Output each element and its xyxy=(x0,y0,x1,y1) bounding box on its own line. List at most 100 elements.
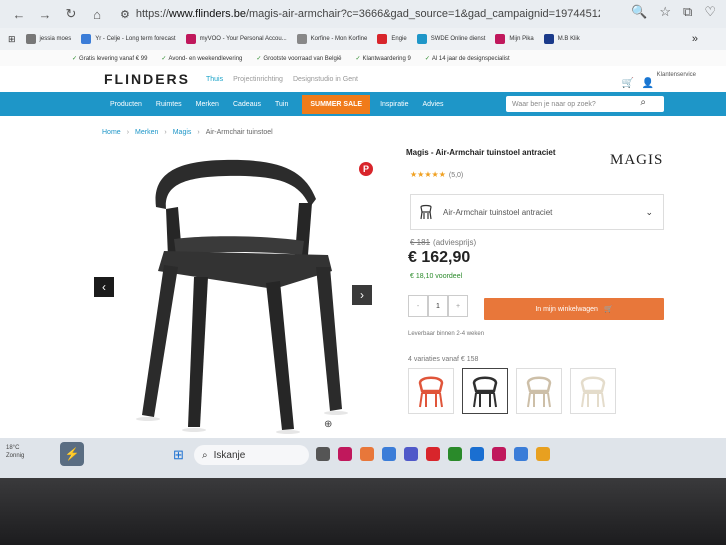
breadcrumb-merken[interactable]: Merken xyxy=(135,129,158,136)
taskbar-app-icon[interactable] xyxy=(514,447,528,461)
search-icon: ⌕ xyxy=(202,449,208,461)
header-link-studio[interactable]: Designstudio in Gent xyxy=(293,76,358,83)
address-bar[interactable]: ⚙ https://www.flinders.be/magis-air-armc… xyxy=(120,4,600,24)
taskbar-app-icon[interactable] xyxy=(316,447,330,461)
nav-item-inspiratie[interactable]: Inspiratie xyxy=(380,101,408,108)
bookmark[interactable]: M.B Klik xyxy=(543,34,580,44)
check-icon: ✓ xyxy=(355,55,361,62)
bookmark[interactable]: Engie xyxy=(377,34,407,44)
cart-icon: 🛒 xyxy=(603,306,613,313)
product-info: Magis - Air-Armchair tuinstoel antraciet… xyxy=(406,148,666,414)
nav-item-ruimtes[interactable]: Ruimtes xyxy=(156,101,182,108)
bookmark[interactable]: Mijn Pika xyxy=(495,34,534,44)
bookmark[interactable]: Yr - Celje - Long term forecast xyxy=(81,34,176,44)
url-prefix: https:// xyxy=(135,8,169,20)
site-settings-icon[interactable]: ⚙ xyxy=(120,8,130,21)
bookmark-label: Mijn Pika xyxy=(509,36,534,42)
taskbar-app-icon[interactable] xyxy=(338,447,352,461)
qty-plus-button[interactable]: + xyxy=(448,295,468,317)
usp-text: Gratis levering vanaf € 99 xyxy=(79,55,148,62)
brand-logo[interactable]: MAGIS xyxy=(610,152,663,169)
nav-item-producten[interactable]: Producten xyxy=(110,101,142,108)
weather-temp: 18°C xyxy=(6,445,20,451)
extensions-icon[interactable]: ⧉ xyxy=(683,4,692,20)
nav-item-advies[interactable]: Advies xyxy=(422,101,443,108)
saving: € 18,10 voordeel xyxy=(410,273,463,280)
nav-item-summer-sale[interactable]: SUMMER SALE xyxy=(302,94,371,114)
product-gallery: P ‹ › ⊕ xyxy=(94,147,374,437)
taskbar-app-icon[interactable] xyxy=(448,447,462,461)
breadcrumb-magis[interactable]: Magis xyxy=(173,129,192,136)
site-logo[interactable]: FLINDERS xyxy=(104,71,190,87)
taskbar-app-icon[interactable] xyxy=(470,447,484,461)
qty-input[interactable]: 1 xyxy=(428,295,448,317)
home-icon[interactable]: ⌂ xyxy=(86,3,108,25)
forward-icon[interactable]: → xyxy=(34,3,56,25)
variation-swatch[interactable] xyxy=(516,368,562,414)
chevron-down-icon: ⌄ xyxy=(645,207,653,217)
apps-grid-icon[interactable]: ⊞ xyxy=(8,34,16,45)
bookmark[interactable]: Korfine - Mon Korfine xyxy=(296,34,368,44)
header-link-thuis[interactable]: Thuis xyxy=(206,76,223,83)
web-page: ✓ Gratis levering vanaf € 99 ✓ Avond- en w… xyxy=(0,50,726,438)
main-nav: Producten Ruimtes Merken Cadeaus Tuin SU… xyxy=(0,78,726,116)
variation-swatch[interactable] xyxy=(462,368,508,414)
breadcrumb-home[interactable]: Home xyxy=(102,129,121,136)
more-bookmarks-icon[interactable]: » xyxy=(692,33,698,45)
user-icon[interactable]: 👤 xyxy=(642,78,654,89)
zoom-icon[interactable]: 🔍 xyxy=(631,4,647,20)
cart-icon[interactable]: 🛒 xyxy=(622,78,634,89)
star-icon[interactable]: ☆ xyxy=(659,4,671,20)
prev-image-button[interactable]: ‹ xyxy=(94,277,114,297)
qty-minus-button[interactable]: - xyxy=(408,295,428,317)
widgets-icon[interactable]: ⚡ xyxy=(60,442,84,466)
reload-icon[interactable]: ↻ xyxy=(60,3,82,25)
bookmark-favicon xyxy=(25,34,36,44)
product-image xyxy=(136,159,348,434)
nav-item-cadeaus[interactable]: Cadeaus xyxy=(233,101,261,108)
customer-service-link[interactable]: Klantenservice xyxy=(657,72,696,78)
bookmark-label: jessia moes xyxy=(39,36,72,42)
header-link-projects[interactable]: Projectinrichting xyxy=(233,76,283,83)
weather-widget[interactable]: 18°C Zonnig xyxy=(6,444,24,460)
variation-swatch[interactable] xyxy=(570,368,616,414)
taskbar-app-icon[interactable] xyxy=(492,447,506,461)
star-rating-icon: ★★★★★ xyxy=(410,170,446,179)
breadcrumb: Home › Merken › Magis › Air-Armchair tui… xyxy=(102,129,273,136)
taskbar-app-icon[interactable] xyxy=(382,447,396,461)
zoom-in-icon[interactable]: ⊕ xyxy=(324,419,332,430)
variant-select[interactable]: Air-Armchair tuinstoel antraciet ⌄ xyxy=(410,194,664,230)
windows-start-icon[interactable]: ⊞ xyxy=(173,447,184,463)
bookmark[interactable]: jessia moes xyxy=(25,34,72,44)
back-icon[interactable]: ← xyxy=(8,3,30,25)
nav-item-merken[interactable]: Merken xyxy=(196,101,219,108)
bookmark-label: Yr - Celje - Long term forecast xyxy=(95,36,176,42)
bookmark-label: M.B Klik xyxy=(557,36,580,42)
usp-bar: ✓ Gratis levering vanaf € 99 ✓ Avond- en w… xyxy=(0,50,726,66)
taskbar-app-icon[interactable] xyxy=(536,447,550,461)
chevron-right-icon: › xyxy=(164,129,167,136)
search-input[interactable]: Waar ben je naar op zoek? ⌕ xyxy=(506,96,664,112)
bookmark[interactable]: SWDE Online dienst xyxy=(416,34,485,44)
search-icon[interactable]: ⌕ xyxy=(640,97,646,108)
usp-text: Al 14 jaar de designspecialist xyxy=(431,55,510,62)
url-host: www.flinders.be xyxy=(168,8,246,20)
taskbar-app-icon[interactable] xyxy=(426,447,440,461)
pinterest-icon[interactable]: P xyxy=(359,162,373,176)
usp-text: Grootste voorraad van België xyxy=(263,55,342,62)
chair-icon xyxy=(420,204,432,220)
usp-item: ✓ Klantwaardering 9 xyxy=(355,55,410,62)
next-image-button[interactable]: › xyxy=(352,285,372,305)
rating[interactable]: ★★★★★ (5,0) xyxy=(410,170,463,179)
taskbar-app-icon[interactable] xyxy=(360,447,374,461)
taskbar: 18°C Zonnig ⚡ ⊞ ⌕ Iskanje xyxy=(0,438,726,478)
taskbar-search[interactable]: ⌕ Iskanje xyxy=(194,445,309,465)
variation-swatch[interactable] xyxy=(408,368,454,414)
taskbar-app-icon[interactable] xyxy=(404,447,418,461)
bookmark[interactable]: myVOO - Your Personal Accou... xyxy=(185,34,287,44)
nav-item-tuin[interactable]: Tuin xyxy=(275,101,288,108)
bookmark-label: Korfine - Mon Korfine xyxy=(310,36,368,42)
add-to-cart-button[interactable]: In mijn winkelwagen 🛒 xyxy=(484,298,664,320)
search-placeholder: Waar ben je naar op zoek? xyxy=(512,100,596,108)
heart-icon[interactable]: ♡ xyxy=(704,4,716,20)
